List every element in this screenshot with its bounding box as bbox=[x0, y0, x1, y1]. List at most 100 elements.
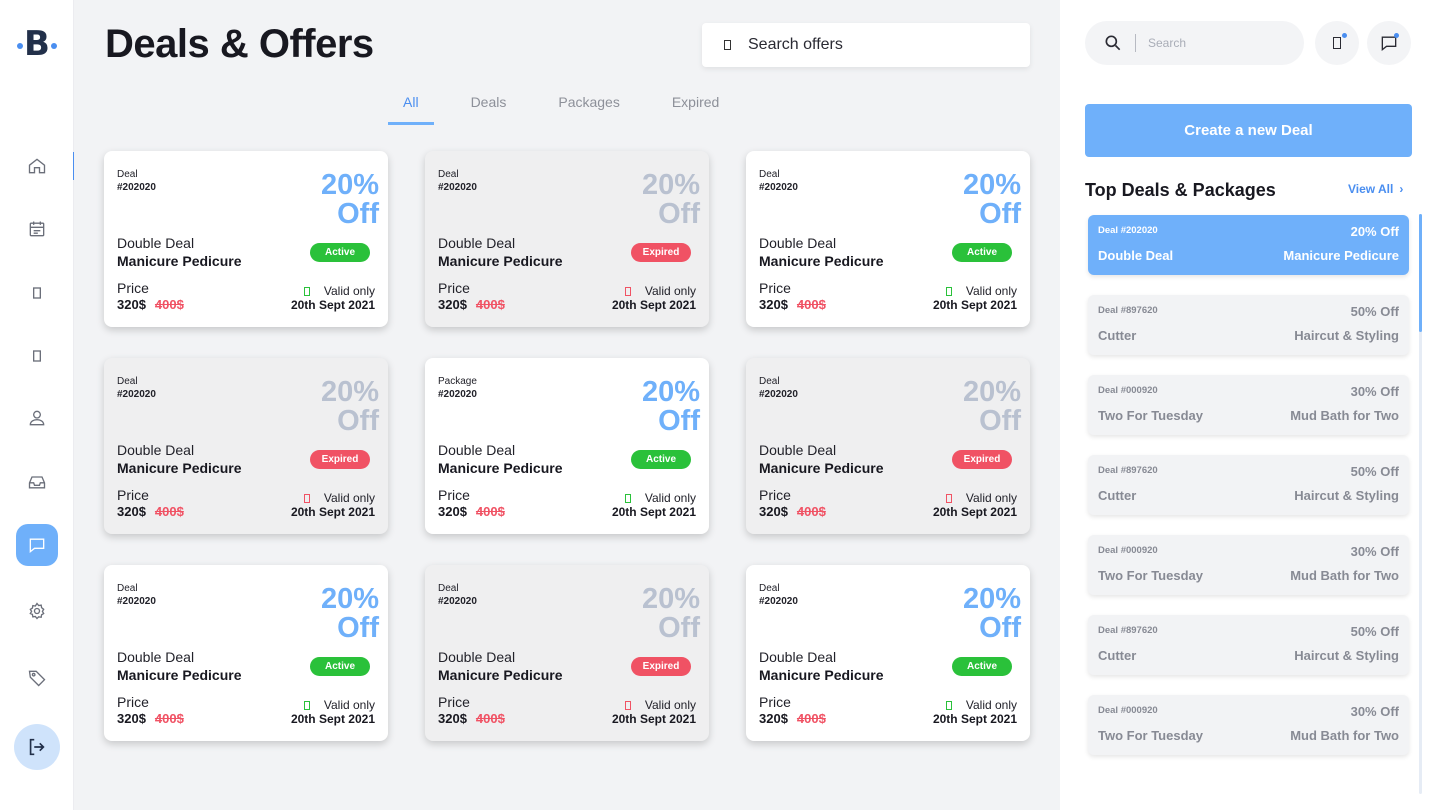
phone-icon bbox=[1333, 37, 1341, 49]
panel-search-input[interactable]: Search bbox=[1085, 21, 1304, 65]
deal-card[interactable]: Deal #202020 20% Off Double Deal Manicure Ped… bbox=[104, 565, 388, 741]
tab-all[interactable]: All bbox=[388, 94, 433, 125]
discount-label: 20% Off bbox=[962, 583, 1021, 644]
price-value: 320$ 400$ bbox=[759, 297, 826, 312]
old-price: 400$ bbox=[796, 711, 826, 726]
status-badge: Expired bbox=[631, 657, 691, 676]
top-deal-item[interactable]: Deal #202020 20% Off Double Deal Manicure P… bbox=[1088, 215, 1409, 275]
logout-button[interactable] bbox=[14, 724, 60, 770]
top-deal-item[interactable]: Deal #897620 50% Off Cutter Haircut & Styli… bbox=[1088, 295, 1409, 355]
price-value: 320$ 400$ bbox=[759, 711, 826, 726]
calendar-icon bbox=[624, 700, 631, 710]
deal-code: #202020 bbox=[438, 182, 477, 193]
deal-card[interactable]: Deal #202020 20% Off Double Deal Manicure Ped… bbox=[425, 151, 709, 327]
top-deal-service: Mud Bath for Two bbox=[1290, 568, 1399, 583]
deal-service: Manicure Pedicure bbox=[438, 667, 563, 683]
inbox-icon bbox=[28, 476, 46, 489]
top-deal-item[interactable]: Deal #000920 30% Off Two For Tuesday Mud Ba… bbox=[1088, 535, 1409, 595]
panel-search-placeholder: Search bbox=[1148, 36, 1187, 50]
top-deal-item[interactable]: Deal #000920 30% Off Two For Tuesday Mud Ba… bbox=[1088, 375, 1409, 435]
nav-home[interactable] bbox=[16, 145, 58, 187]
deal-card[interactable]: Deal #202020 20% Off Double Deal Manicure Ped… bbox=[746, 565, 1030, 741]
calendar-icon bbox=[945, 493, 952, 503]
validity: Valid only bbox=[945, 698, 1017, 712]
nav-phone-2[interactable] bbox=[16, 335, 58, 377]
top-deal-id: Deal #000920 bbox=[1098, 705, 1158, 716]
price-value: 320$ 400$ bbox=[117, 297, 184, 312]
validity: Valid only bbox=[945, 491, 1017, 505]
logo[interactable]: B bbox=[0, 24, 74, 64]
view-all-link[interactable]: View All › bbox=[1348, 182, 1403, 196]
top-deal-name: Two For Tuesday bbox=[1098, 568, 1203, 583]
calendar-icon bbox=[945, 286, 952, 296]
create-deal-button[interactable]: Create a new Deal bbox=[1085, 104, 1412, 157]
deal-type: Deal bbox=[117, 583, 138, 594]
discount-label: 20% Off bbox=[320, 583, 379, 644]
nav-calendar[interactable] bbox=[16, 208, 58, 250]
deal-card[interactable]: Package #202020 20% Off Double Deal Manicure … bbox=[425, 358, 709, 534]
search-offers-input[interactable]: Search offers bbox=[702, 23, 1030, 67]
right-panel: Search Create a new Deal Top Deals & Pac… bbox=[1060, 0, 1440, 810]
top-deal-id: Deal #897620 bbox=[1098, 625, 1158, 636]
deal-card[interactable]: Deal #202020 20% Off Double Deal Manicure Ped… bbox=[425, 565, 709, 741]
tab-packages[interactable]: Packages bbox=[558, 94, 619, 122]
calendar-icon bbox=[29, 221, 45, 237]
discount-label: 20% Off bbox=[962, 376, 1021, 437]
deal-name: Double Deal bbox=[759, 649, 837, 665]
nav-chat[interactable] bbox=[16, 524, 58, 566]
validity: Valid only bbox=[945, 284, 1017, 298]
search-icon bbox=[1105, 35, 1121, 51]
price-value: 320$ 400$ bbox=[759, 504, 826, 519]
validity: Valid only bbox=[303, 698, 375, 712]
calendar-icon bbox=[303, 286, 310, 296]
valid-date: 20th Sept 2021 bbox=[932, 505, 1017, 519]
status-badge: Expired bbox=[631, 243, 691, 262]
notification-dot bbox=[1394, 33, 1399, 38]
nav-settings[interactable] bbox=[16, 590, 58, 632]
old-price: 400$ bbox=[475, 711, 505, 726]
nav-inbox[interactable] bbox=[16, 461, 58, 503]
top-deal-name: Double Deal bbox=[1098, 248, 1174, 263]
phone-button[interactable] bbox=[1315, 21, 1359, 65]
scrollbar-thumb[interactable] bbox=[1419, 214, 1422, 332]
tag-icon bbox=[28, 670, 46, 687]
home-icon bbox=[28, 158, 46, 174]
deal-service: Manicure Pedicure bbox=[759, 460, 884, 476]
list-scrollbar[interactable] bbox=[1419, 214, 1422, 794]
nav-phone[interactable] bbox=[16, 272, 58, 314]
status-badge: Active bbox=[310, 243, 370, 262]
tab-expired[interactable]: Expired bbox=[672, 94, 719, 122]
top-deal-item[interactable]: Deal #897620 50% Off Cutter Haircut & Styli… bbox=[1088, 455, 1409, 515]
top-deal-item[interactable]: Deal #000920 30% Off Two For Tuesday Mud Ba… bbox=[1088, 695, 1409, 755]
discount-label: 20% Off bbox=[962, 169, 1021, 230]
status-badge: Expired bbox=[310, 450, 370, 469]
deal-code: #202020 bbox=[438, 596, 477, 607]
top-deal-name: Cutter bbox=[1098, 648, 1137, 663]
search-placeholder: Search offers bbox=[748, 36, 843, 53]
calendar-icon bbox=[624, 286, 631, 296]
deal-card[interactable]: Deal #202020 20% Off Double Deal Manicure Ped… bbox=[104, 151, 388, 327]
deal-code: #202020 bbox=[759, 389, 798, 400]
messages-button[interactable] bbox=[1367, 21, 1411, 65]
top-deal-service: Mud Bath for Two bbox=[1290, 728, 1399, 743]
deal-card[interactable]: Deal #202020 20% Off Double Deal Manicure Ped… bbox=[746, 151, 1030, 327]
tab-deals[interactable]: Deals bbox=[471, 94, 507, 122]
valid-date: 20th Sept 2021 bbox=[290, 505, 375, 519]
top-deal-service: Mud Bath for Two bbox=[1290, 408, 1399, 423]
deal-card[interactable]: Deal #202020 20% Off Double Deal Manicure Ped… bbox=[746, 358, 1030, 534]
notification-dot bbox=[1342, 33, 1347, 38]
valid-date: 20th Sept 2021 bbox=[290, 298, 375, 312]
nav-tags[interactable] bbox=[16, 657, 58, 699]
top-deal-name: Cutter bbox=[1098, 328, 1137, 343]
valid-date: 20th Sept 2021 bbox=[611, 712, 696, 726]
deal-name: Double Deal bbox=[438, 649, 516, 665]
page-title: Deals & Offers bbox=[105, 22, 374, 66]
deal-card[interactable]: Deal #202020 20% Off Double Deal Manicure Ped… bbox=[104, 358, 388, 534]
top-deal-discount: 50% Off bbox=[1350, 304, 1399, 319]
deal-service: Manicure Pedicure bbox=[438, 253, 563, 269]
top-deal-id: Deal #000920 bbox=[1098, 385, 1158, 396]
discount-label: 20% Off bbox=[320, 169, 379, 230]
nav-user[interactable] bbox=[16, 397, 58, 439]
deal-type: Package bbox=[438, 376, 477, 387]
top-deal-item[interactable]: Deal #897620 50% Off Cutter Haircut & Styli… bbox=[1088, 615, 1409, 675]
